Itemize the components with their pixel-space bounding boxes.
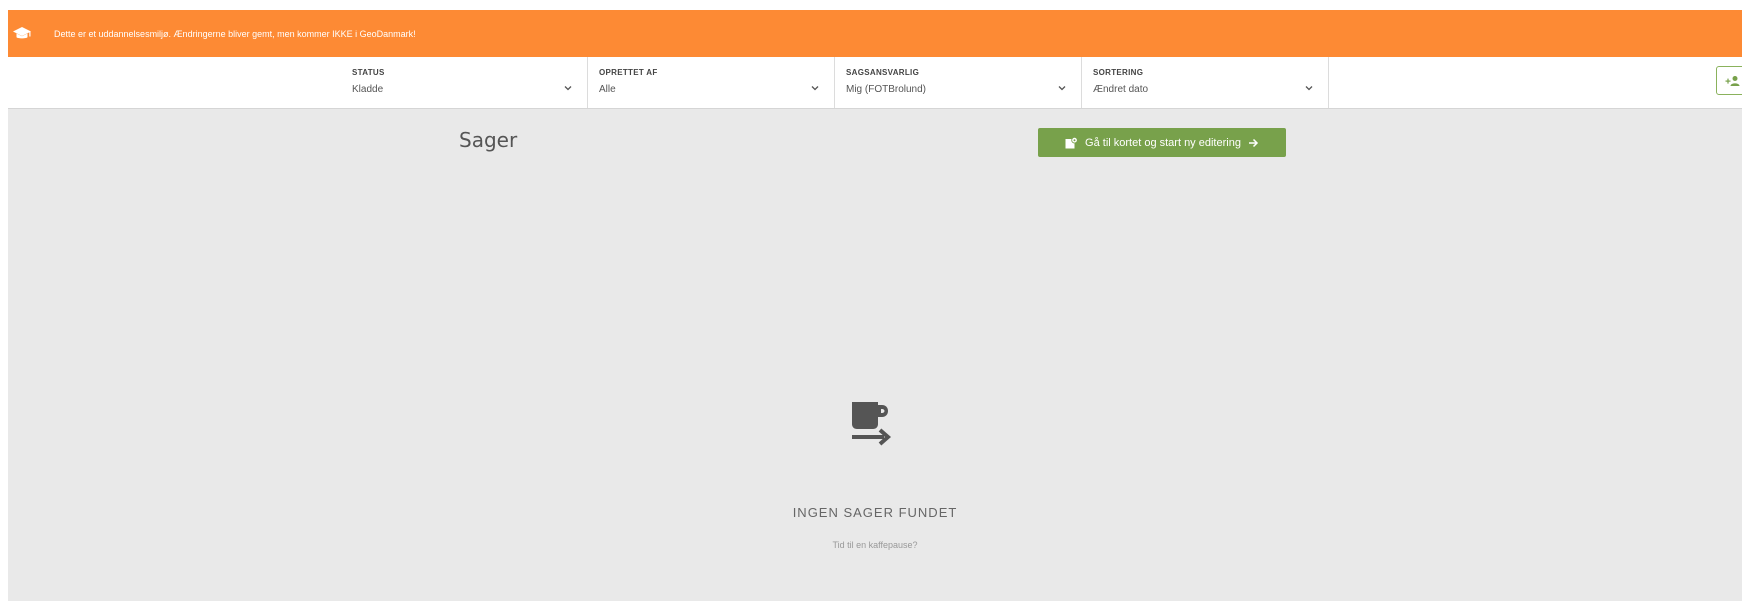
created-by-filter[interactable]: OPRETTET AF Alle	[588, 57, 835, 108]
sorting-filter-label: SORTERING	[1093, 68, 1144, 77]
coffee-cup-icon	[852, 402, 892, 446]
created-by-filter-label: OPRETTET AF	[599, 68, 658, 77]
arrow-right-icon	[1248, 138, 1259, 147]
banner-message: Dette er et uddannelsesmiljø. Ændringern…	[54, 28, 416, 39]
created-by-filter-value: Alle	[599, 84, 616, 95]
empty-state-title: INGEN SAGER FUNDET	[792, 505, 958, 520]
chevron-down-icon	[811, 86, 819, 91]
status-filter[interactable]: STATUS Kladde	[341, 57, 588, 108]
filter-bar: STATUS Kladde OPRETTET AF Alle SAGSANSVA…	[8, 57, 1742, 109]
case-owner-filter-label: SAGSANSVARLIG	[846, 68, 920, 77]
add-user-icon	[1725, 75, 1740, 86]
page-title: Sager	[459, 128, 518, 152]
graduation-cap-icon	[12, 23, 34, 45]
case-owner-filter-value: Mig (FOTBrolund)	[846, 84, 927, 95]
go-to-map-button[interactable]: Gå til kortet og start ny editering	[1038, 128, 1286, 157]
app-frame: Dette er et uddannelsesmiljø. Ændringern…	[8, 10, 1742, 601]
chevron-down-icon	[1058, 86, 1066, 91]
status-filter-label: STATUS	[352, 68, 385, 77]
case-owner-filter[interactable]: SAGSANSVARLIG Mig (FOTBrolund)	[835, 57, 1082, 108]
map-edit-icon	[1065, 136, 1078, 148]
sorting-filter-value: Ændret dato	[1093, 84, 1149, 95]
sorting-filter[interactable]: SORTERING Ændret dato	[1082, 57, 1329, 108]
empty-state-subtitle: Tid til en kaffepause?	[832, 540, 918, 550]
training-environment-banner: Dette er et uddannelsesmiljø. Ændringern…	[8, 10, 1742, 57]
go-to-map-label: Gå til kortet og start ny editering	[1085, 136, 1241, 149]
chevron-down-icon	[1305, 86, 1313, 91]
add-user-button[interactable]	[1716, 66, 1742, 95]
chevron-down-icon	[564, 86, 572, 91]
status-filter-value: Kladde	[352, 84, 384, 95]
